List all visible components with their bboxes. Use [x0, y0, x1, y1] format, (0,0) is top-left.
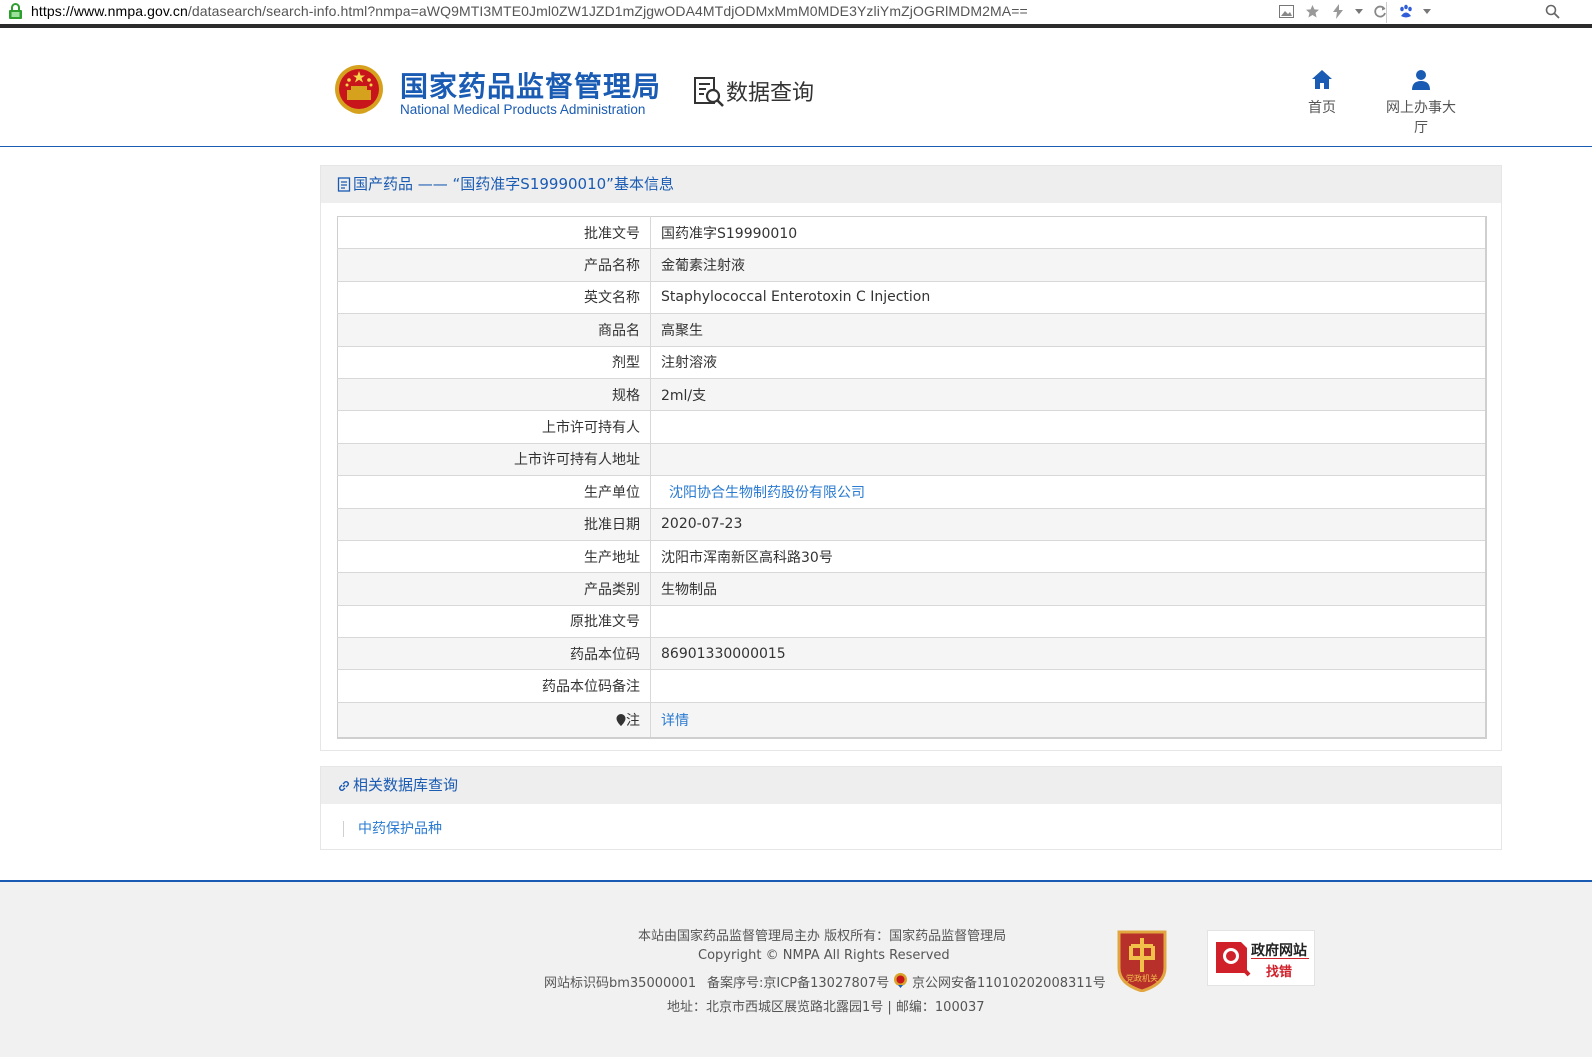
national-emblem-logo[interactable] [333, 62, 385, 118]
field-label: 原批准文号 [337, 605, 651, 639]
table-row: 产品名称 金葡素注射液 [337, 248, 1486, 282]
site-header: 国家药品监督管理局 National Medical Products Admi… [0, 29, 1592, 147]
paw-icon[interactable] [1397, 3, 1415, 20]
field-label: 产品名称 [337, 248, 651, 282]
table-row: 药品本位码备注 [337, 669, 1486, 703]
field-label: 注 [337, 702, 651, 739]
basic-info-panel-header: 国产药品 —— “国药准字S19990010”基本信息 [321, 166, 1501, 203]
related-db-panel-header: 相关数据库查询 [321, 767, 1501, 804]
field-value: 金葡素注射液 [650, 248, 1486, 282]
lightning-icon[interactable] [1329, 3, 1347, 20]
footer-sponsor: 本站由国家药品监督管理局主办 版权所有：国家药品监督管理局 [638, 929, 1007, 944]
footer-icp[interactable]: 备案序号:京ICP备13027807号 [707, 972, 889, 991]
home-icon [1312, 70, 1332, 89]
image-icon[interactable] [1277, 3, 1295, 20]
police-badge-icon [894, 973, 907, 988]
gov-site-error-report-badge[interactable]: 政府网站 找错 [1207, 930, 1315, 986]
brand-name-cn[interactable]: 国家药品监督管理局 [400, 65, 661, 105]
brand-name-en[interactable]: National Medical Products Administration [400, 102, 645, 117]
field-label: 规格 [337, 378, 651, 412]
field-value: 国药准字S19990010 [650, 216, 1486, 250]
field-label: 英文名称 [337, 281, 651, 315]
table-row: 规格 2ml/支 [337, 378, 1486, 412]
document-icon [337, 177, 351, 192]
table-row: 产品类别 生物制品 [337, 572, 1486, 606]
section-title: 数据查询 [726, 81, 815, 106]
basic-info-title: 国产药品 —— “国药准字S19990010”基本信息 [353, 175, 674, 193]
field-value: 高聚生 [650, 313, 1486, 347]
field-label: 产品类别 [337, 572, 651, 606]
manufacturer-link[interactable]: 沈阳协合生物制药股份有限公司 [650, 475, 1486, 509]
note-label: 注 [626, 713, 640, 730]
table-row: 商品名 高聚生 [337, 313, 1486, 347]
nav-online-service-hall-label: 网上办事大厅 [1386, 100, 1456, 136]
drug-info-table: 批准文号 国药准字S19990010 产品名称 金葡素注射液 英文名称 Staphyl… [337, 216, 1487, 740]
field-value [650, 605, 1486, 639]
basic-info-panel: 国产药品 —— “国药准字S19990010”基本信息 批准文号 国药准字S199… [320, 165, 1502, 751]
field-value [650, 669, 1486, 703]
nav-home-label: 首页 [1308, 100, 1336, 116]
table-row: 批准文号 国药准字S19990010 [337, 216, 1486, 250]
field-label: 药品本位码 [337, 637, 651, 671]
data-query-icon [694, 77, 724, 107]
field-value: 生物制品 [650, 572, 1486, 606]
field-label: 上市许可持有人 [337, 410, 651, 444]
url-host: https://www.nmpa.gov.cn [31, 3, 188, 19]
field-value: 2ml/支 [650, 378, 1486, 412]
table-row: 英文名称 Staphylococcal Enterotoxin C Injecti… [337, 281, 1486, 315]
field-value: 86901330000015 [650, 637, 1486, 671]
url-path: /datasearch/search-info.html?nmpa=aWQ9MT… [187, 3, 1028, 19]
field-label: 批准日期 [337, 508, 651, 541]
table-row: 生产地址 沈阳市浑南新区高科路30号 [337, 540, 1486, 574]
field-label: 药品本位码备注 [337, 669, 651, 703]
footer-site-id: 网站标识码bm35000001 [544, 976, 697, 991]
field-label: 商品名 [337, 313, 651, 347]
field-value [650, 443, 1486, 477]
star-icon[interactable] [1303, 3, 1321, 20]
badge1-text: 党政机关 [1126, 973, 1158, 983]
field-label: 批准文号 [337, 216, 651, 250]
table-row: 原批准文号 [337, 605, 1486, 639]
browser-address-bar: https://www.nmpa.gov.cn/datasearch/searc… [0, 0, 1592, 28]
lock-icon [9, 3, 22, 19]
related-db-panel: 相关数据库查询 中药保护品种 [320, 766, 1502, 850]
badge2-sub: 找错 [1266, 965, 1293, 980]
tcm-protected-varieties-link[interactable]: 中药保护品种 [343, 821, 442, 837]
field-value: 注射溶液 [650, 346, 1486, 379]
details-link[interactable]: 详情 [650, 702, 1486, 739]
chevron-down-icon[interactable] [1423, 3, 1431, 20]
footer-copyright: Copyright © NMPA All Rights Reserved [698, 948, 950, 963]
table-row: 生产单位 沈阳协合生物制药股份有限公司 [337, 475, 1486, 509]
field-value [650, 410, 1486, 444]
link-icon [339, 780, 349, 791]
table-row: 批准日期 2020-07-23 [337, 508, 1486, 541]
field-label: 上市许可持有人地址 [337, 443, 651, 477]
table-row: 上市许可持有人地址 [337, 443, 1486, 477]
table-row: 注 详情 [337, 702, 1486, 739]
field-value: Staphylococcal Enterotoxin C Injection [650, 281, 1486, 315]
footer-police-record[interactable]: 京公网安备11010202008311号 [912, 972, 1106, 991]
related-db-title: 相关数据库查询 [353, 776, 459, 794]
user-icon [1412, 70, 1430, 90]
search-icon[interactable] [1543, 3, 1561, 20]
field-value: 2020-07-23 [650, 508, 1486, 541]
field-label: 生产地址 [337, 540, 651, 574]
pin-icon [616, 714, 626, 727]
site-footer [0, 882, 1592, 1057]
magnifier-icon [1216, 942, 1251, 977]
footer-address: 地址：北京市西城区展览路北露园1号 | 邮编：100037 [667, 1000, 985, 1015]
field-label: 生产单位 [337, 475, 651, 509]
table-row: 上市许可持有人 [337, 410, 1486, 444]
table-row: 剂型 注射溶液 [337, 346, 1486, 379]
url-field[interactable]: https://www.nmpa.gov.cn/datasearch/searc… [31, 3, 1028, 19]
nav-online-service-hall[interactable]: 网上办事大厅 [1381, 69, 1461, 137]
field-value: 沈阳市浑南新区高科路30号 [650, 540, 1486, 574]
party-gov-badge[interactable]: 党政机关 [1115, 928, 1169, 992]
badge2-title: 政府网站 [1251, 943, 1307, 959]
table-row: 药品本位码 86901330000015 [337, 637, 1486, 671]
field-label: 剂型 [337, 346, 651, 379]
nav-home[interactable]: 首页 [1282, 69, 1362, 117]
chevron-down-icon[interactable] [1355, 3, 1363, 20]
